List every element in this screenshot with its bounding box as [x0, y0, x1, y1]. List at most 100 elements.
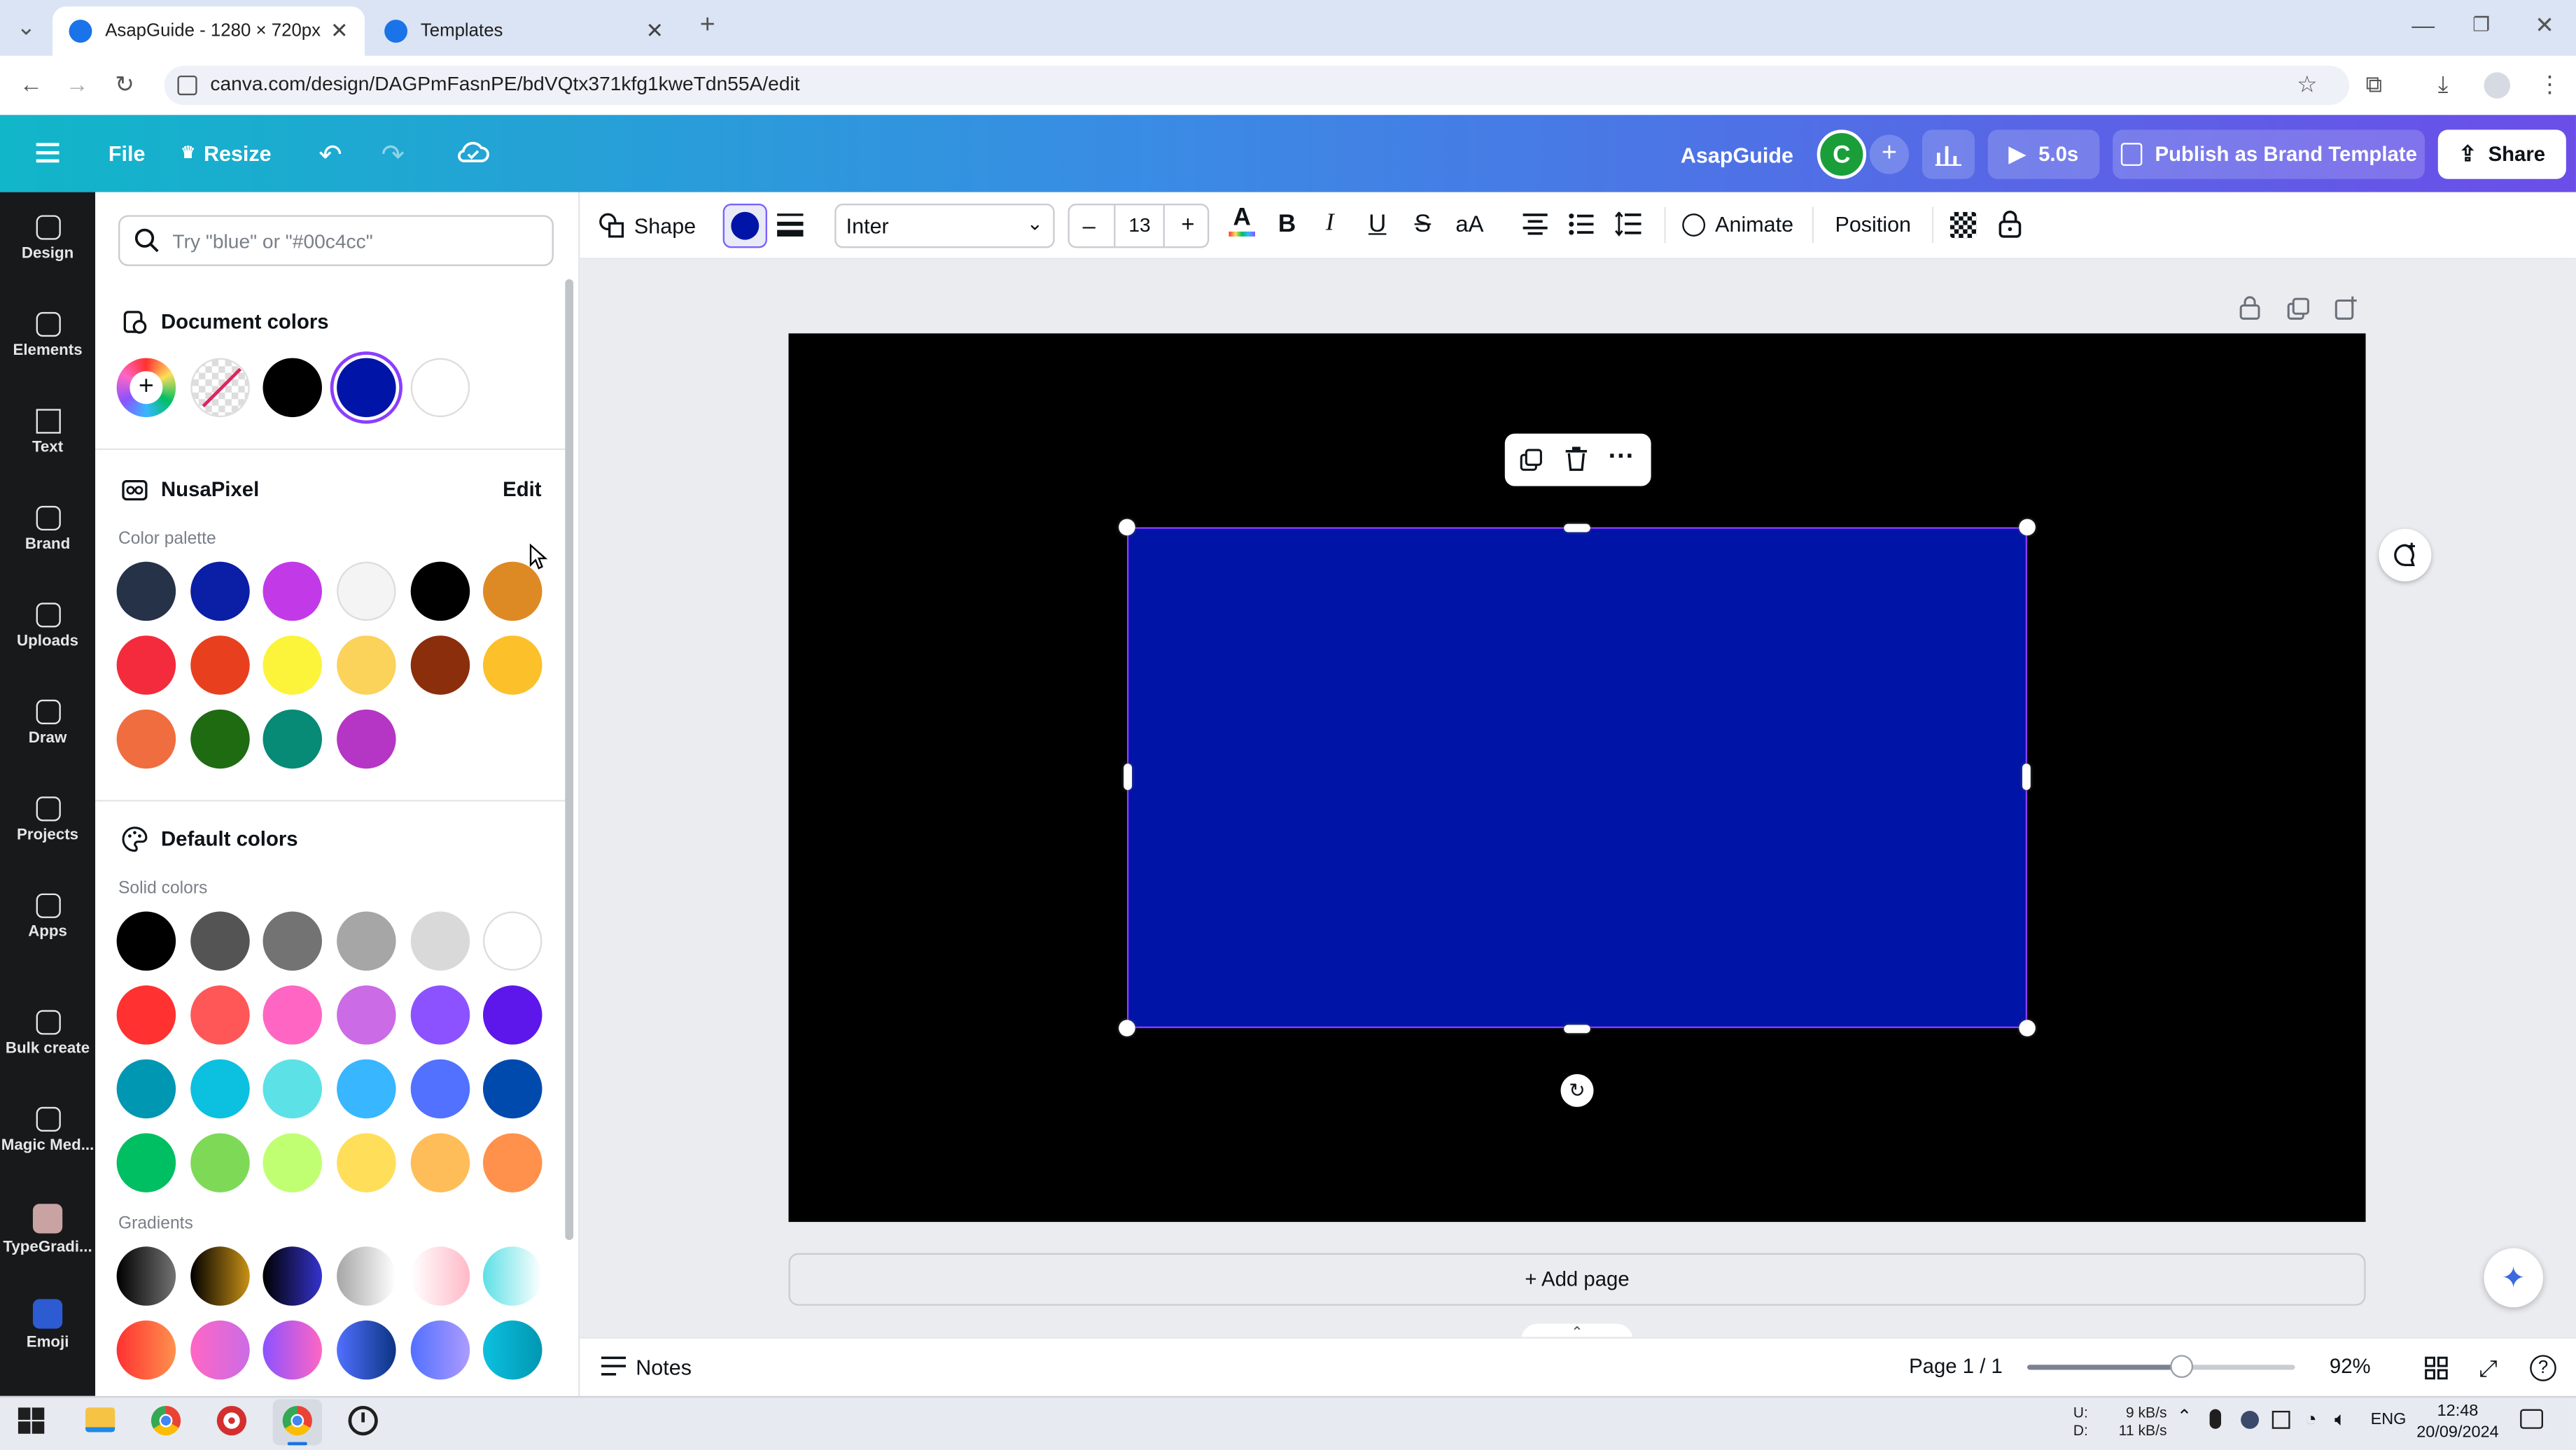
solid-color-swatch[interactable]	[482, 985, 542, 1045]
sidebar-item-apps[interactable]: Apps	[0, 893, 95, 941]
solid-color-swatch[interactable]	[482, 1133, 542, 1192]
animate-button[interactable]: Animate	[1682, 212, 1793, 237]
sidebar-item-design[interactable]: Design	[0, 215, 95, 263]
share-button[interactable]: ⇪ Share	[2437, 129, 2566, 179]
zoom-slider-thumb[interactable]	[2169, 1355, 2193, 1379]
new-tab-icon[interactable]: +	[700, 11, 715, 41]
resize-handle[interactable]	[1119, 1020, 1135, 1036]
grid-view-icon[interactable]	[2425, 1356, 2448, 1380]
solid-color-swatch[interactable]	[337, 1133, 396, 1192]
brand-color-swatch[interactable]	[337, 635, 396, 695]
italic-icon[interactable]: I	[1326, 210, 1334, 238]
sidebar-item-brand[interactable]: Brand	[0, 505, 95, 554]
solid-color-swatch[interactable]	[262, 1133, 322, 1192]
list-icon[interactable]	[1569, 213, 1594, 235]
font-select[interactable]: Inter ⌄	[834, 204, 1055, 248]
tray-app-icon[interactable]	[2241, 1410, 2259, 1429]
letter-case-icon[interactable]: aA	[1455, 210, 1483, 237]
solid-color-swatch[interactable]	[190, 1133, 250, 1192]
brand-color-swatch[interactable]	[262, 561, 322, 621]
sidebar-item-projects[interactable]: Projects	[0, 796, 95, 844]
add-color-button[interactable]: +	[116, 358, 176, 418]
resize-handle[interactable]	[2019, 1020, 2036, 1036]
notification-icon[interactable]	[2520, 1409, 2544, 1429]
user-avatar[interactable]: C	[1816, 129, 1867, 179]
solid-color-swatch[interactable]	[482, 1059, 542, 1119]
brand-color-swatch[interactable]	[190, 561, 250, 621]
forward-icon[interactable]: →	[66, 71, 89, 97]
close-window-icon[interactable]: ✕	[2535, 11, 2554, 39]
position-button[interactable]: Position	[1835, 212, 1911, 237]
clock-app-icon[interactable]	[348, 1405, 378, 1436]
border-style-icon[interactable]	[777, 213, 804, 237]
browser-tab-active[interactable]: AsapGuide - 1280 × 720px ✕	[52, 6, 365, 56]
microphone-icon[interactable]	[2209, 1409, 2222, 1429]
transparency-icon[interactable]	[1949, 211, 1977, 239]
gradient-swatch[interactable]	[337, 1320, 396, 1380]
sidebar-item-text[interactable]: Text	[0, 409, 95, 456]
reload-icon[interactable]: ↻	[115, 71, 134, 99]
gradient-swatch[interactable]	[482, 1246, 542, 1306]
solid-color-swatch[interactable]	[190, 1059, 250, 1119]
comment-add-icon[interactable]	[2379, 528, 2432, 582]
brand-color-swatch[interactable]	[262, 709, 322, 769]
download-icon[interactable]: ⤓	[2438, 71, 2449, 99]
tray-chevron-icon[interactable]: ⌃	[2177, 1406, 2192, 1427]
gradient-swatch[interactable]	[337, 1246, 396, 1306]
gradient-swatch[interactable]	[190, 1320, 250, 1380]
spacing-icon[interactable]	[1615, 211, 1642, 237]
sidebar-item-draw[interactable]: Draw	[0, 699, 95, 747]
tray-network-status-icon[interactable]	[2272, 1410, 2290, 1429]
lock-icon[interactable]	[1998, 210, 2022, 238]
transparent-swatch[interactable]	[190, 358, 250, 418]
redo-icon[interactable]: ↷	[381, 139, 404, 172]
windows-start-icon[interactable]	[18, 1407, 45, 1434]
sidebar-item-bulk-create[interactable]: Bulk create	[0, 1010, 95, 1057]
solid-color-swatch[interactable]	[116, 1133, 176, 1192]
brand-color-swatch[interactable]	[116, 709, 176, 769]
close-tab-icon[interactable]: ✕	[330, 18, 349, 45]
brand-color-swatch[interactable]	[337, 561, 396, 621]
add-page-icon[interactable]	[2334, 295, 2359, 320]
resize-handle[interactable]	[2022, 763, 2031, 790]
text-color-icon[interactable]: A	[1228, 205, 1256, 237]
solid-color-swatch[interactable]	[410, 1059, 470, 1119]
language-indicator[interactable]: ENG	[2371, 1411, 2407, 1429]
solid-color-swatch[interactable]	[410, 985, 470, 1045]
volume-icon[interactable]: 🔈︎	[2334, 1407, 2346, 1432]
resize-handle[interactable]	[1564, 523, 1590, 533]
help-icon[interactable]: ?	[2530, 1355, 2556, 1381]
insights-button[interactable]	[1921, 129, 1975, 179]
gradient-swatch[interactable]	[482, 1320, 542, 1380]
delete-icon[interactable]	[1565, 446, 1588, 471]
gradient-swatch[interactable]	[410, 1320, 470, 1380]
gradient-swatch[interactable]	[116, 1246, 176, 1306]
undo-icon[interactable]: ↶	[318, 139, 342, 172]
sidebar-item-elements[interactable]: Elements	[0, 311, 95, 360]
solid-color-swatch[interactable]	[116, 1059, 176, 1119]
shape-button[interactable]: Shape	[598, 212, 696, 239]
sidebar-item-uploads[interactable]: Uploads	[0, 603, 95, 650]
color-search-input[interactable]: Try "blue" or "#00c4cc"	[118, 215, 554, 267]
publish-brand-template-button[interactable]: Publish as Brand Template	[2113, 129, 2426, 179]
site-info-icon[interactable]	[177, 75, 197, 96]
fullscreen-icon[interactable]: ⤢	[2479, 1355, 2497, 1383]
resize-handle[interactable]	[1119, 519, 1135, 536]
solid-color-swatch[interactable]	[410, 1133, 470, 1192]
resize-handle[interactable]	[2019, 519, 2036, 536]
back-icon[interactable]: ←	[20, 71, 43, 97]
brand-color-swatch[interactable]	[482, 561, 542, 621]
solid-color-swatch[interactable]	[410, 911, 470, 971]
brand-color-swatch[interactable]	[410, 561, 470, 621]
brand-color-swatch[interactable]	[262, 635, 322, 695]
present-button[interactable]: ▶ 5.0s	[1987, 129, 2100, 179]
wifi-icon[interactable]: ◔	[2305, 1407, 2317, 1430]
brand-color-swatch[interactable]	[116, 561, 176, 621]
sidebar-item-typegradi[interactable]: TypeGradi...	[0, 1204, 95, 1256]
brand-color-swatch[interactable]	[482, 635, 542, 695]
gradient-swatch[interactable]	[116, 1320, 176, 1380]
solid-color-swatch[interactable]	[190, 985, 250, 1045]
url-text[interactable]: canva.com/design/DAGPmFasnPE/bdVQtx371kf…	[210, 72, 799, 95]
brand-color-swatch[interactable]	[190, 635, 250, 695]
restore-icon[interactable]: ❐	[2472, 13, 2490, 36]
